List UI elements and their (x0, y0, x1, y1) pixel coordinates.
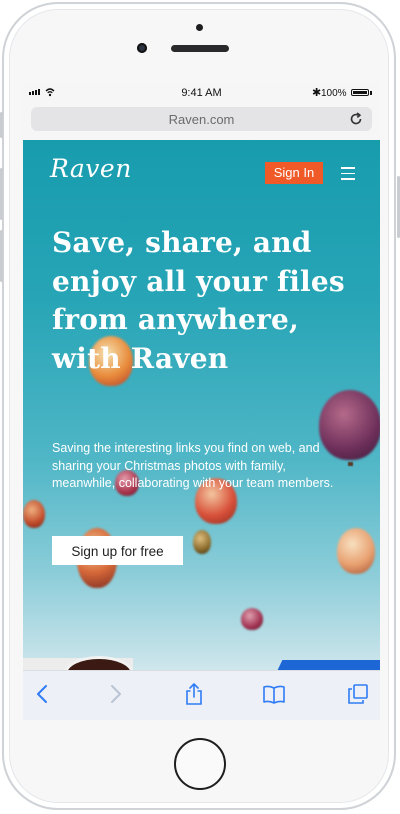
back-icon (37, 685, 47, 703)
front-camera (137, 43, 147, 53)
battery-percent: 100% (321, 88, 347, 99)
volume-up-button (0, 168, 3, 220)
url-text: Raven.com (168, 112, 235, 127)
tabs-button[interactable] (345, 681, 371, 707)
sign-in-button[interactable]: Sign In (265, 162, 323, 184)
hero-headline: Save, share, and enjoy all your files fr… (52, 226, 345, 375)
browser-toolbar (23, 670, 380, 720)
bookmarks-icon (263, 685, 285, 704)
address-bar[interactable]: Raven.com (31, 107, 372, 131)
phone-screen: 9:41 AM ✱ 100% Raven.com Raven Sign In S… (23, 82, 380, 720)
forward-button[interactable] (103, 681, 129, 707)
balloon-image (193, 530, 211, 554)
balloon-image (23, 500, 45, 528)
share-button[interactable] (181, 681, 207, 707)
web-content: Raven Sign In Save, share, and enjoy all… (23, 140, 380, 670)
balloon-basket (348, 462, 353, 466)
bookmarks-button[interactable] (261, 681, 287, 707)
hero-description: Saving the interesting links you find on… (52, 441, 334, 490)
share-icon (186, 683, 202, 705)
forward-icon (111, 685, 121, 703)
balloon-image (337, 528, 375, 574)
next-section-accent (273, 660, 380, 670)
status-bar: 9:41 AM ✱ 100% (23, 82, 380, 104)
volume-down-button (0, 230, 3, 282)
menu-icon[interactable] (341, 167, 355, 180)
battery-icon (351, 89, 369, 96)
battery-tip (370, 91, 372, 95)
silent-switch (0, 112, 3, 138)
earpiece-speaker (171, 45, 229, 52)
sign-up-button[interactable]: Sign up for free (52, 536, 183, 565)
proximity-sensor (196, 24, 203, 31)
balloon-image (241, 608, 263, 630)
home-button[interactable] (174, 738, 226, 790)
back-button[interactable] (29, 681, 55, 707)
raven-logo[interactable]: Raven (50, 154, 132, 183)
reload-icon[interactable] (348, 111, 364, 127)
bluetooth-icon: ✱ (312, 87, 322, 99)
tabs-icon (348, 684, 368, 704)
